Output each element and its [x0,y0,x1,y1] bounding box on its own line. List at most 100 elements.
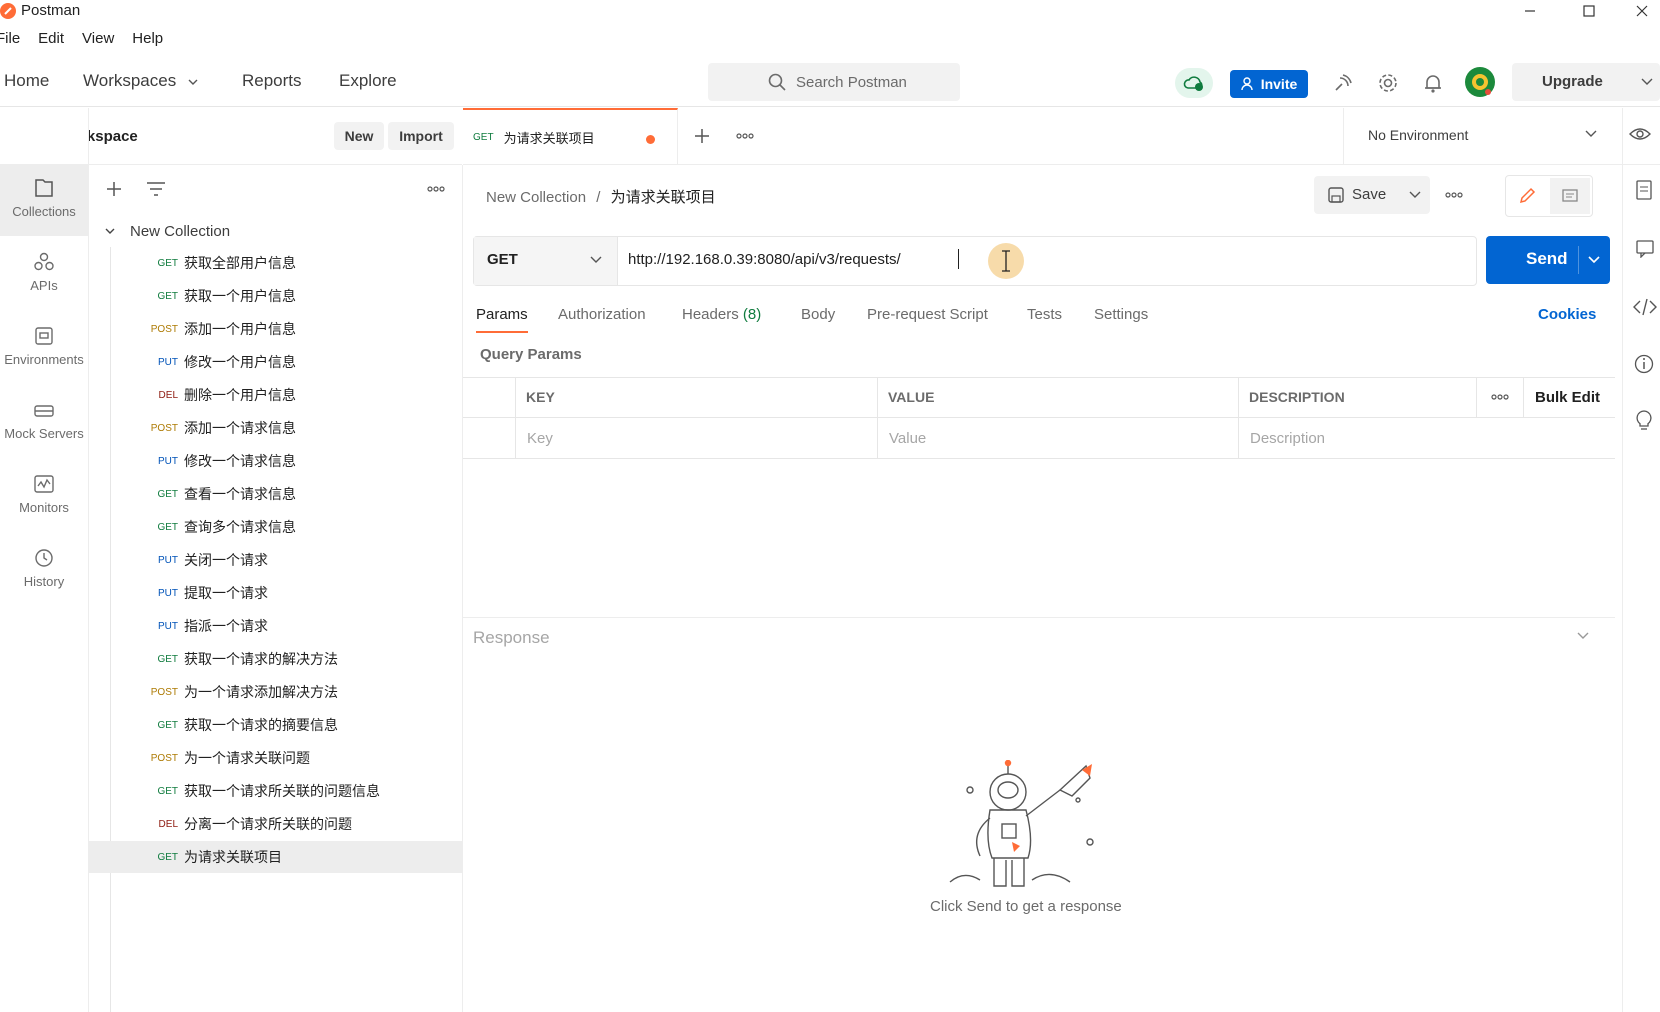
nav-workspaces[interactable]: Workspaces [83,71,199,91]
add-collection-icon[interactable] [105,180,123,198]
info-icon[interactable] [1634,354,1654,374]
request-item[interactable]: GET 获取一个请求的解决方法 [88,643,462,675]
import-button[interactable]: Import [388,122,454,150]
request-item[interactable]: PUT 修改一个请求信息 [88,445,462,477]
request-item[interactable]: DEL 分离一个请求所关联的问题 [88,808,462,840]
nav-explore[interactable]: Explore [339,71,397,91]
params-tab-underline [476,331,528,333]
menu-edit[interactable]: Edit [38,30,64,54]
nav-reports[interactable]: Reports [242,71,302,91]
environment-value: No Environment [1368,127,1469,143]
chevron-down-icon[interactable] [1408,189,1422,201]
new-label: New [344,128,374,144]
breadcrumb-collection[interactable]: New Collection [486,189,586,206]
request-item[interactable]: POST 添加一个用户信息 [88,313,462,345]
send-button[interactable]: Send [1486,236,1610,284]
edit-mode-button[interactable] [1508,178,1546,214]
sync-status-icon[interactable] [1175,68,1213,98]
filter-icon[interactable] [146,180,166,198]
tab-authorization[interactable]: Authorization [558,306,646,323]
request-item[interactable]: POST 为一个请求添加解决方法 [88,676,462,708]
chevron-down-icon [1584,128,1598,140]
search-input[interactable]: Search Postman [708,63,960,101]
bell-icon[interactable] [1422,72,1444,94]
send-label: Send [1526,249,1568,268]
request-item[interactable]: DEL 删除一个用户信息 [88,379,462,411]
sidebar-item-history[interactable]: History [0,534,88,606]
sidebar-item-label: History [23,574,65,589]
empty-response-hint: Click Send to get a response [930,898,1122,915]
lightbulb-icon[interactable] [1635,410,1653,432]
maximize-button[interactable] [1566,0,1612,22]
breadcrumb-request[interactable]: 为请求关联项目 [611,189,716,206]
column-options-icon[interactable] [1490,389,1510,405]
key-input[interactable]: Key [527,418,553,458]
menu-view[interactable]: View [82,30,114,54]
chevron-down-icon[interactable] [1587,254,1601,266]
chevron-down-icon[interactable] [1576,630,1590,642]
tab-bar: GET 为请求关联项目 No Environment [463,108,1660,165]
invite-button[interactable]: Invite [1230,70,1308,98]
request-item[interactable]: POST 添加一个请求信息 [88,412,462,444]
unsaved-dot-icon [646,135,655,144]
nav-home[interactable]: Home [4,71,49,91]
more-options-icon[interactable] [426,180,446,198]
request-item[interactable]: PUT 指派一个请求 [88,610,462,642]
tab-params[interactable]: Params [476,306,528,323]
request-more-icon[interactable] [1444,186,1464,204]
satellite-icon[interactable] [1332,72,1354,94]
new-button[interactable]: New [334,122,384,150]
tab-settings[interactable]: Settings [1094,306,1148,323]
request-item[interactable]: GET 获取一个用户信息 [88,280,462,312]
request-item[interactable]: GET 查询多个请求信息 [88,511,462,543]
tab-tests[interactable]: Tests [1027,306,1062,323]
method-select[interactable]: GET [474,237,618,285]
request-name: 为请求关联项目 [184,849,282,865]
bulk-edit-button[interactable]: Bulk Edit [1535,377,1600,417]
sidebar-item-collections[interactable]: Collections [0,164,88,236]
description-input[interactable]: Description [1250,418,1325,458]
tab-body[interactable]: Body [801,306,835,323]
gear-icon[interactable] [1377,72,1399,94]
sidebar-item-monitors[interactable]: Monitors [0,460,88,532]
environment-select[interactable]: No Environment [1343,108,1660,164]
request-item[interactable]: GET 查看一个请求信息 [88,478,462,510]
url-input[interactable]: http://192.168.0.39:8080/api/v3/requests… [628,251,901,268]
comments-icon[interactable] [1635,238,1655,258]
sidebar-item-apis[interactable]: APIs [0,238,88,310]
avatar[interactable] [1464,66,1496,98]
documentation-mode-button[interactable] [1550,178,1590,214]
collection-folder[interactable]: New Collection [88,215,462,247]
cookies-link[interactable]: Cookies [1538,306,1596,323]
close-window-button[interactable] [1624,0,1660,22]
request-item[interactable]: POST 为一个请求关联问题 [88,742,462,774]
new-tab-icon[interactable] [693,127,711,145]
upgrade-button[interactable]: Upgrade [1512,63,1660,101]
breadcrumb-separator: / [596,189,601,206]
request-name: 提取一个请求 [184,585,268,601]
tab-more-icon[interactable] [735,127,755,145]
tab-request[interactable]: GET 为请求关联项目 [463,108,678,164]
request-item[interactable]: GET 获取全部用户信息 [88,247,462,279]
request-item[interactable]: PUT 修改一个用户信息 [88,346,462,378]
request-item[interactable]: GET 为请求关联项目 [88,841,462,873]
menu-help[interactable]: Help [132,30,163,54]
sidebar-item-environments[interactable]: Environments [0,312,88,384]
add-user-icon [1241,77,1255,91]
sidebar-item-mock-servers[interactable]: Mock Servers [0,386,88,458]
save-button[interactable]: Save [1314,176,1430,214]
request-name: 分离一个请求所关联的问题 [184,816,352,832]
value-input[interactable]: Value [889,418,926,458]
tab-headers[interactable]: Headers (8) [682,306,761,323]
request-item[interactable]: PUT 关闭一个请求 [88,544,462,576]
menu-file[interactable]: File [0,30,20,54]
request-name: 关闭一个请求 [184,552,268,568]
minimize-button[interactable] [1507,0,1553,22]
tab-pre-request-script[interactable]: Pre-request Script [867,306,988,323]
request-item[interactable]: PUT 提取一个请求 [88,577,462,609]
upgrade-label: Upgrade [1542,73,1603,90]
request-item[interactable]: GET 获取一个请求所关联的问题信息 [88,775,462,807]
request-item[interactable]: GET 获取一个请求的摘要信息 [88,709,462,741]
documentation-icon[interactable] [1635,180,1653,200]
code-icon[interactable] [1633,298,1657,316]
